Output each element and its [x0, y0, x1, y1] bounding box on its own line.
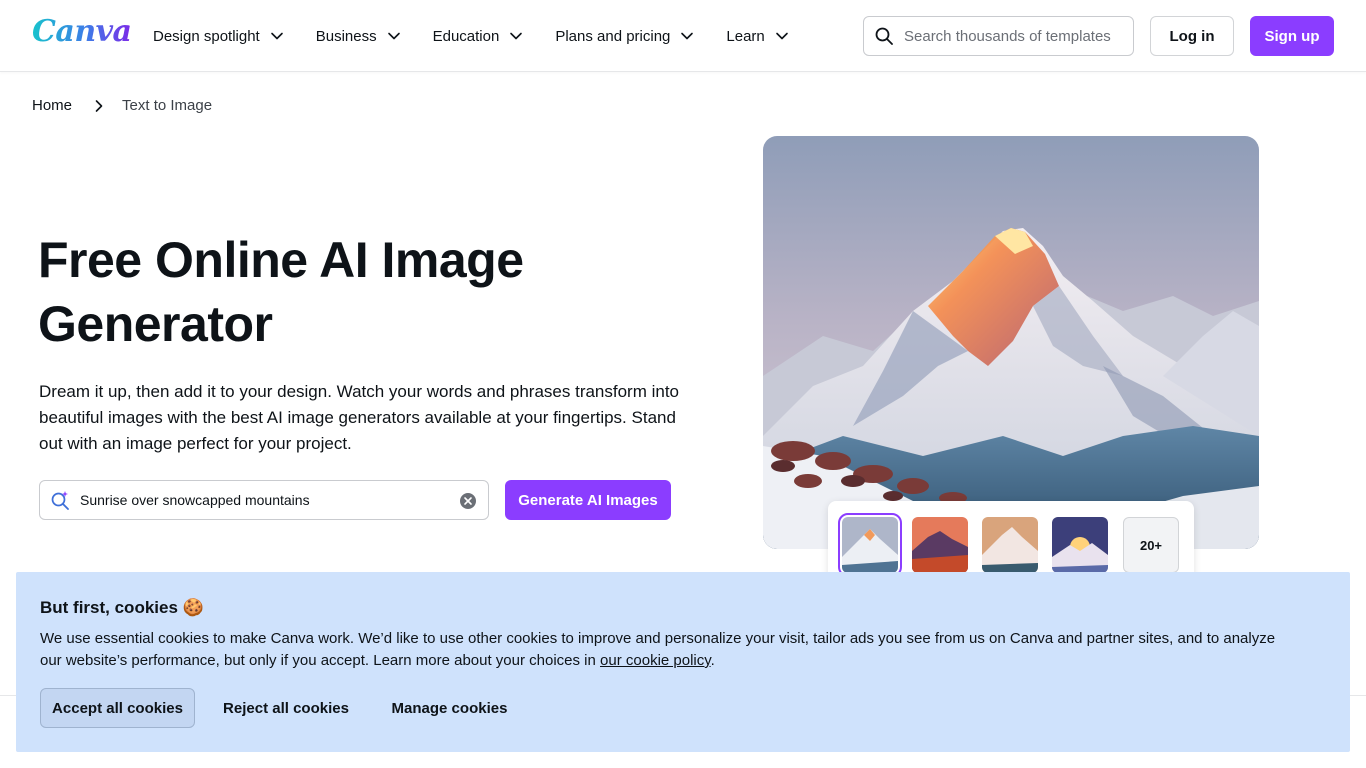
nav-label: Plans and pricing: [555, 27, 671, 45]
chevron-down-icon: [510, 32, 523, 40]
generate-ai-images-button[interactable]: Generate AI Images: [505, 480, 671, 520]
chevron-down-icon: [775, 32, 788, 40]
prompt-field[interactable]: [39, 480, 489, 520]
accept-all-cookies-button[interactable]: Accept all cookies: [40, 688, 195, 728]
chevron-down-icon: [270, 32, 283, 40]
clear-icon[interactable]: [459, 492, 477, 510]
prompt-input[interactable]: [80, 492, 450, 508]
nav-learn[interactable]: Learn: [710, 16, 804, 56]
thumbnail-1[interactable]: [838, 513, 902, 577]
cookie-text-end: .: [710, 652, 715, 669]
top-header: Canva Design spotlight Business Educatio…: [0, 0, 1366, 72]
page-title: Free Online AI Image Generator: [38, 232, 524, 352]
reject-all-cookies-button[interactable]: Reject all cookies: [211, 688, 361, 728]
nav-label: Design spotlight: [153, 27, 260, 45]
search-input[interactable]: [904, 27, 1124, 45]
nav-education[interactable]: Education: [417, 16, 540, 56]
nav-label: Education: [432, 27, 500, 45]
cookie-text: We use essential cookies to make Canva w…: [40, 628, 1300, 672]
thumbnail-3[interactable]: [982, 517, 1038, 573]
search-icon: [875, 27, 893, 45]
thumbnail-strip: 20+: [828, 501, 1194, 581]
breadcrumb-home-link[interactable]: Home: [32, 97, 72, 114]
more-thumbnails-button[interactable]: 20+: [1123, 517, 1179, 573]
hero-description: Dream it up, then add it to your design.…: [39, 382, 680, 453]
thumbnail-2[interactable]: [912, 517, 968, 573]
login-button[interactable]: Log in: [1150, 16, 1234, 56]
canva-logo[interactable]: Canva: [32, 14, 132, 49]
cookie-title: But first, cookies 🍪: [40, 598, 204, 617]
nav-design-spotlight[interactable]: Design spotlight: [137, 16, 300, 56]
breadcrumb: Home Text to Image: [32, 97, 212, 114]
chevron-down-icon: [681, 32, 694, 40]
nav-plans-and-pricing[interactable]: Plans and pricing: [539, 16, 710, 56]
manage-cookies-button[interactable]: Manage cookies: [377, 688, 522, 728]
chevron-down-icon: [387, 32, 400, 40]
chevron-right-icon: [95, 99, 103, 112]
page: Canva Design spotlight Business Educatio…: [0, 0, 1366, 768]
cookie-banner: But first, cookies 🍪 We use essential co…: [16, 572, 1350, 752]
template-search[interactable]: [863, 16, 1134, 56]
breadcrumb-current: Text to Image: [122, 97, 213, 114]
nav-label: Business: [315, 27, 377, 45]
nav-business[interactable]: Business: [300, 16, 417, 56]
magic-search-icon: [51, 491, 69, 510]
nav-label: Learn: [726, 27, 765, 45]
generated-mountain-image: [763, 136, 1259, 549]
signup-button[interactable]: Sign up: [1250, 16, 1334, 56]
main-nav: Design spotlight Business Education Plan…: [137, 0, 805, 72]
cookie-policy-link[interactable]: our cookie policy: [600, 652, 711, 669]
thumbnail-4[interactable]: [1052, 517, 1108, 573]
